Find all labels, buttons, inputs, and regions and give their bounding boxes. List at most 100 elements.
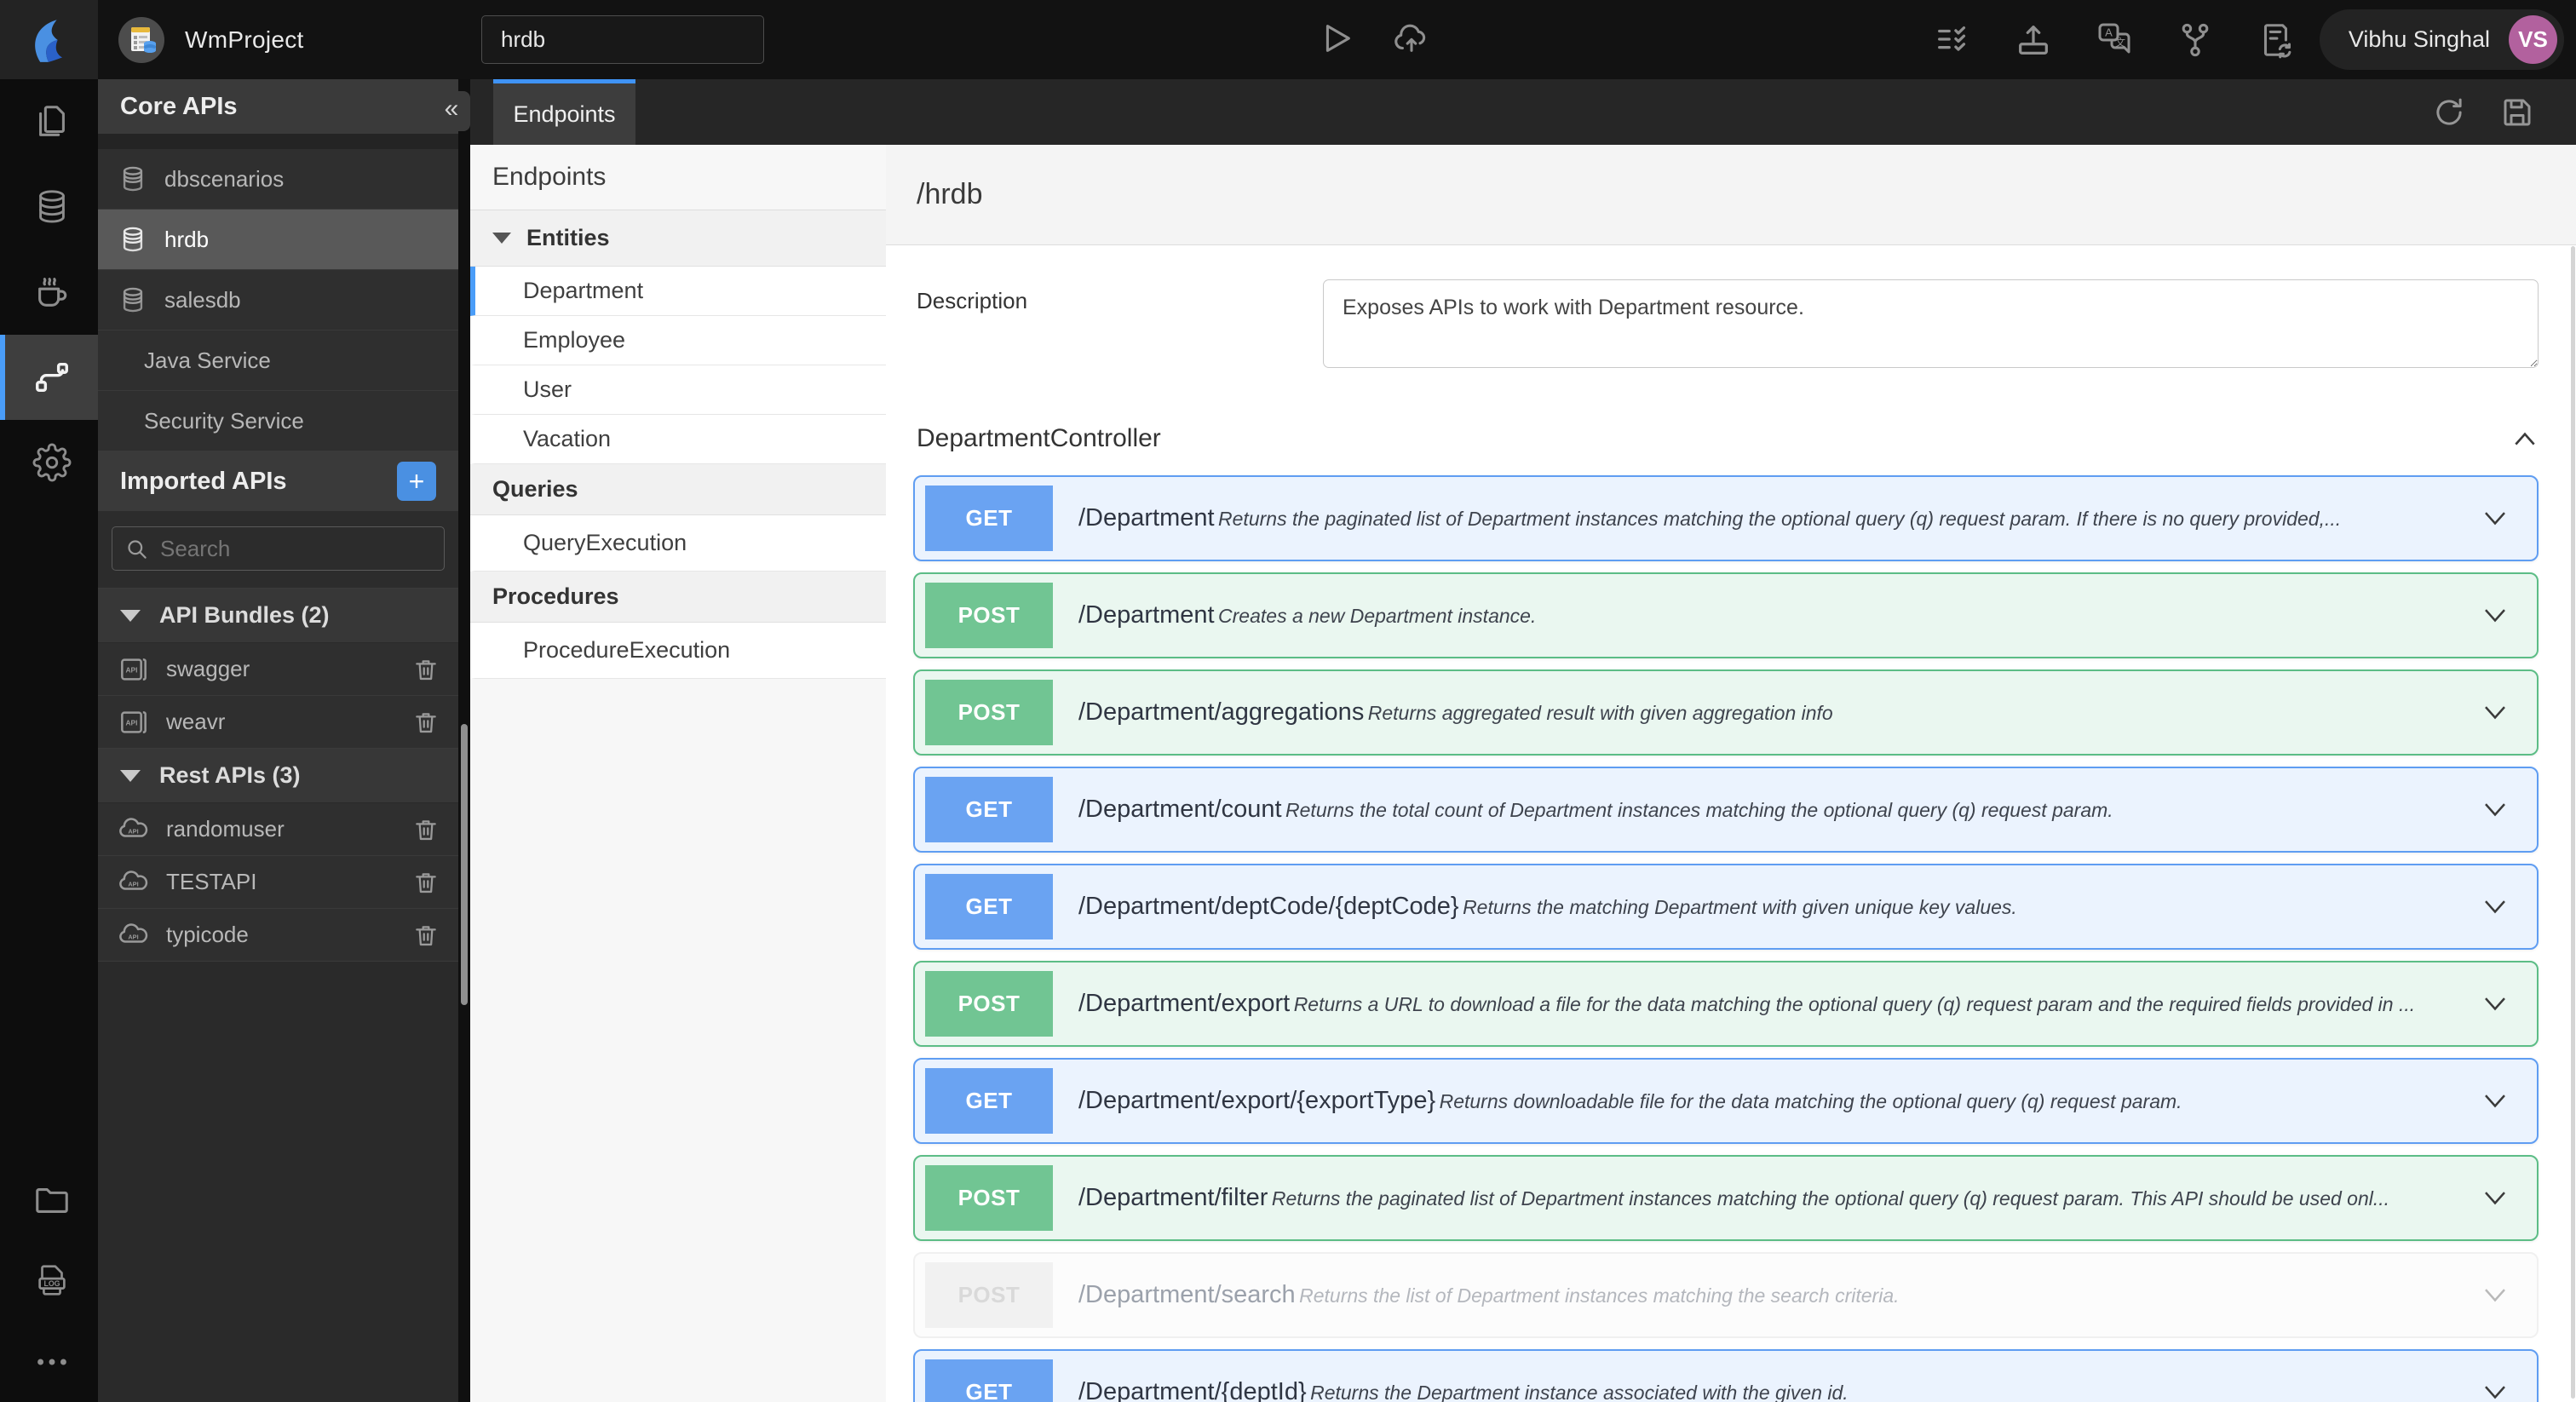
api-designer-icon[interactable] xyxy=(0,335,98,420)
endpoint-card[interactable]: GET /Department/count Returns the total … xyxy=(913,767,2539,853)
tree-item-department[interactable]: Department xyxy=(470,267,886,316)
collapse-controller-icon[interactable] xyxy=(2511,429,2539,448)
svg-text:API: API xyxy=(128,827,138,835)
topbar-search-input[interactable] xyxy=(481,15,764,64)
pages-icon[interactable] xyxy=(0,79,98,164)
api-bundles-group-header[interactable]: API Bundles (2) xyxy=(98,589,458,643)
project-name: WmProject xyxy=(185,26,304,53)
sidebar-divider xyxy=(98,134,458,149)
endpoint-path: /Department xyxy=(1078,601,1215,629)
file-sync-icon[interactable] xyxy=(2256,20,2295,60)
endpoint-path: /Department/search xyxy=(1078,1281,1296,1308)
procedures-section-header[interactable]: Procedures xyxy=(470,572,886,623)
collapse-sidebar-button[interactable]: « xyxy=(433,91,470,131)
refresh-icon[interactable] xyxy=(2431,95,2467,130)
sidebar-item-dbscenarios[interactable]: dbscenarios xyxy=(98,149,458,210)
svg-text:A: A xyxy=(2105,26,2113,38)
endpoint-card[interactable]: GET /Department Returns the paginated li… xyxy=(913,475,2539,561)
endpoint-card[interactable]: POST /Department/aggregations Returns ag… xyxy=(913,669,2539,756)
add-api-button[interactable]: + xyxy=(397,462,436,501)
avatar: VS xyxy=(2509,15,2557,64)
method-badge: POST xyxy=(925,971,1053,1037)
rest-item-testapi[interactable]: API TESTAPI xyxy=(98,856,458,909)
tree-item-employee[interactable]: Employee xyxy=(470,316,886,365)
endpoint-card-disabled[interactable]: POST /Department/search Returns the list… xyxy=(913,1252,2539,1338)
cloud-upload-icon[interactable] xyxy=(1390,19,1433,58)
endpoint-path: /Department/export/{exportType} xyxy=(1078,1087,1436,1114)
expand-chevron-icon[interactable] xyxy=(2481,606,2511,625)
checklist-icon[interactable] xyxy=(1934,20,1973,60)
database-icon[interactable] xyxy=(0,164,98,250)
topbar-actions: A 文 xyxy=(1934,0,2295,79)
endpoint-path: /Department/export xyxy=(1078,990,1291,1017)
endpoint-card[interactable]: POST /Department/filter Returns the pagi… xyxy=(913,1155,2539,1241)
endpoint-path: /Department/deptCode/{deptCode} xyxy=(1078,893,1459,920)
controller-title: DepartmentController xyxy=(917,424,1161,452)
queries-section-header[interactable]: Queries xyxy=(470,464,886,515)
settings-gear-icon[interactable] xyxy=(0,420,98,505)
tree-item-user[interactable]: User xyxy=(470,365,886,415)
expand-chevron-icon[interactable] xyxy=(2481,1383,2511,1402)
endpoint-card[interactable]: GET /Department/export/{exportType} Retu… xyxy=(913,1058,2539,1144)
chevron-down-icon xyxy=(492,233,511,244)
endpoint-path: /Department/aggregations xyxy=(1078,698,1365,726)
description-textarea[interactable]: Exposes APIs to work with Department res… xyxy=(1323,279,2539,368)
chevron-down-icon xyxy=(120,769,141,782)
delete-icon[interactable] xyxy=(412,816,440,843)
window-scrollbar-thumb[interactable] xyxy=(2571,246,2575,1399)
branch-icon[interactable] xyxy=(2176,20,2215,60)
endpoint-card[interactable]: GET /Department/deptCode/{deptCode} Retu… xyxy=(913,864,2539,950)
method-badge: POST xyxy=(925,1165,1053,1231)
save-icon[interactable] xyxy=(2499,95,2535,130)
sidebar-item-java-service[interactable]: Java Service xyxy=(98,330,458,391)
expand-chevron-icon[interactable] xyxy=(2481,898,2511,916)
endpoints-list: GET /Department Returns the paginated li… xyxy=(913,475,2539,1402)
rest-item-typicode[interactable]: API typicode xyxy=(98,909,458,962)
endpoint-card[interactable]: POST /Department Creates a new Departmen… xyxy=(913,572,2539,658)
expand-chevron-icon[interactable] xyxy=(2481,995,2511,1014)
left-rail: LOG xyxy=(0,79,98,1402)
folder-icon[interactable] xyxy=(0,1159,98,1240)
sidebar-item-security-service[interactable]: Security Service xyxy=(98,391,458,451)
user-menu[interactable]: Vibhu Singhal VS xyxy=(2319,9,2564,70)
java-service-icon[interactable] xyxy=(0,250,98,335)
bundle-item-weavr[interactable]: API weavr xyxy=(98,696,458,749)
expand-chevron-icon[interactable] xyxy=(2481,509,2511,528)
more-ellipsis-icon[interactable] xyxy=(0,1321,98,1402)
delete-icon[interactable] xyxy=(412,656,440,683)
expand-chevron-icon[interactable] xyxy=(2481,704,2511,722)
deploy-icon[interactable] xyxy=(2014,20,2053,60)
run-preview-icon[interactable] xyxy=(1316,19,1355,58)
tab-endpoints[interactable]: Endpoints xyxy=(493,79,635,145)
entities-section-header[interactable]: Entities xyxy=(470,210,886,267)
delete-icon[interactable] xyxy=(412,709,440,736)
expand-chevron-icon[interactable] xyxy=(2481,1189,2511,1208)
sidebar-search-input[interactable] xyxy=(112,526,445,571)
endpoint-card[interactable]: POST /Department/export Returns a URL to… xyxy=(913,961,2539,1047)
chevron-down-icon xyxy=(120,609,141,622)
tree-item-vacation[interactable]: Vacation xyxy=(470,415,886,464)
log-file-icon[interactable]: LOG xyxy=(0,1240,98,1321)
translate-icon[interactable]: A 文 xyxy=(2094,20,2135,60)
sidebar-scrollbar-thumb[interactable] xyxy=(461,724,468,1005)
expand-chevron-icon[interactable] xyxy=(2481,801,2511,819)
sidebar-item-salesdb[interactable]: salesdb xyxy=(98,270,458,330)
endpoint-card[interactable]: GET /Department/{deptId} Returns the Dep… xyxy=(913,1349,2539,1402)
sidebar-item-label: hrdb xyxy=(164,226,210,252)
endpoint-path: /Department/count xyxy=(1078,796,1282,823)
rest-item-randomuser[interactable]: API randomuser xyxy=(98,803,458,856)
expand-chevron-icon[interactable] xyxy=(2481,1286,2511,1305)
method-badge: POST xyxy=(925,1262,1053,1328)
rest-apis-group-header[interactable]: Rest APIs (3) xyxy=(98,749,458,803)
tree-item-procedureexecution[interactable]: ProcedureExecution xyxy=(470,623,886,679)
expand-chevron-icon[interactable] xyxy=(2481,1092,2511,1111)
wavemaker-logo[interactable] xyxy=(0,0,98,79)
search-icon xyxy=(125,537,148,560)
bundle-item-swagger[interactable]: API swagger xyxy=(98,643,458,696)
method-badge: GET xyxy=(925,1359,1053,1402)
project-switcher[interactable]: WmProject xyxy=(117,15,304,65)
delete-icon[interactable] xyxy=(412,869,440,896)
sidebar-item-hrdb[interactable]: hrdb xyxy=(98,210,458,270)
delete-icon[interactable] xyxy=(412,922,440,949)
tree-item-queryexecution[interactable]: QueryExecution xyxy=(470,515,886,572)
